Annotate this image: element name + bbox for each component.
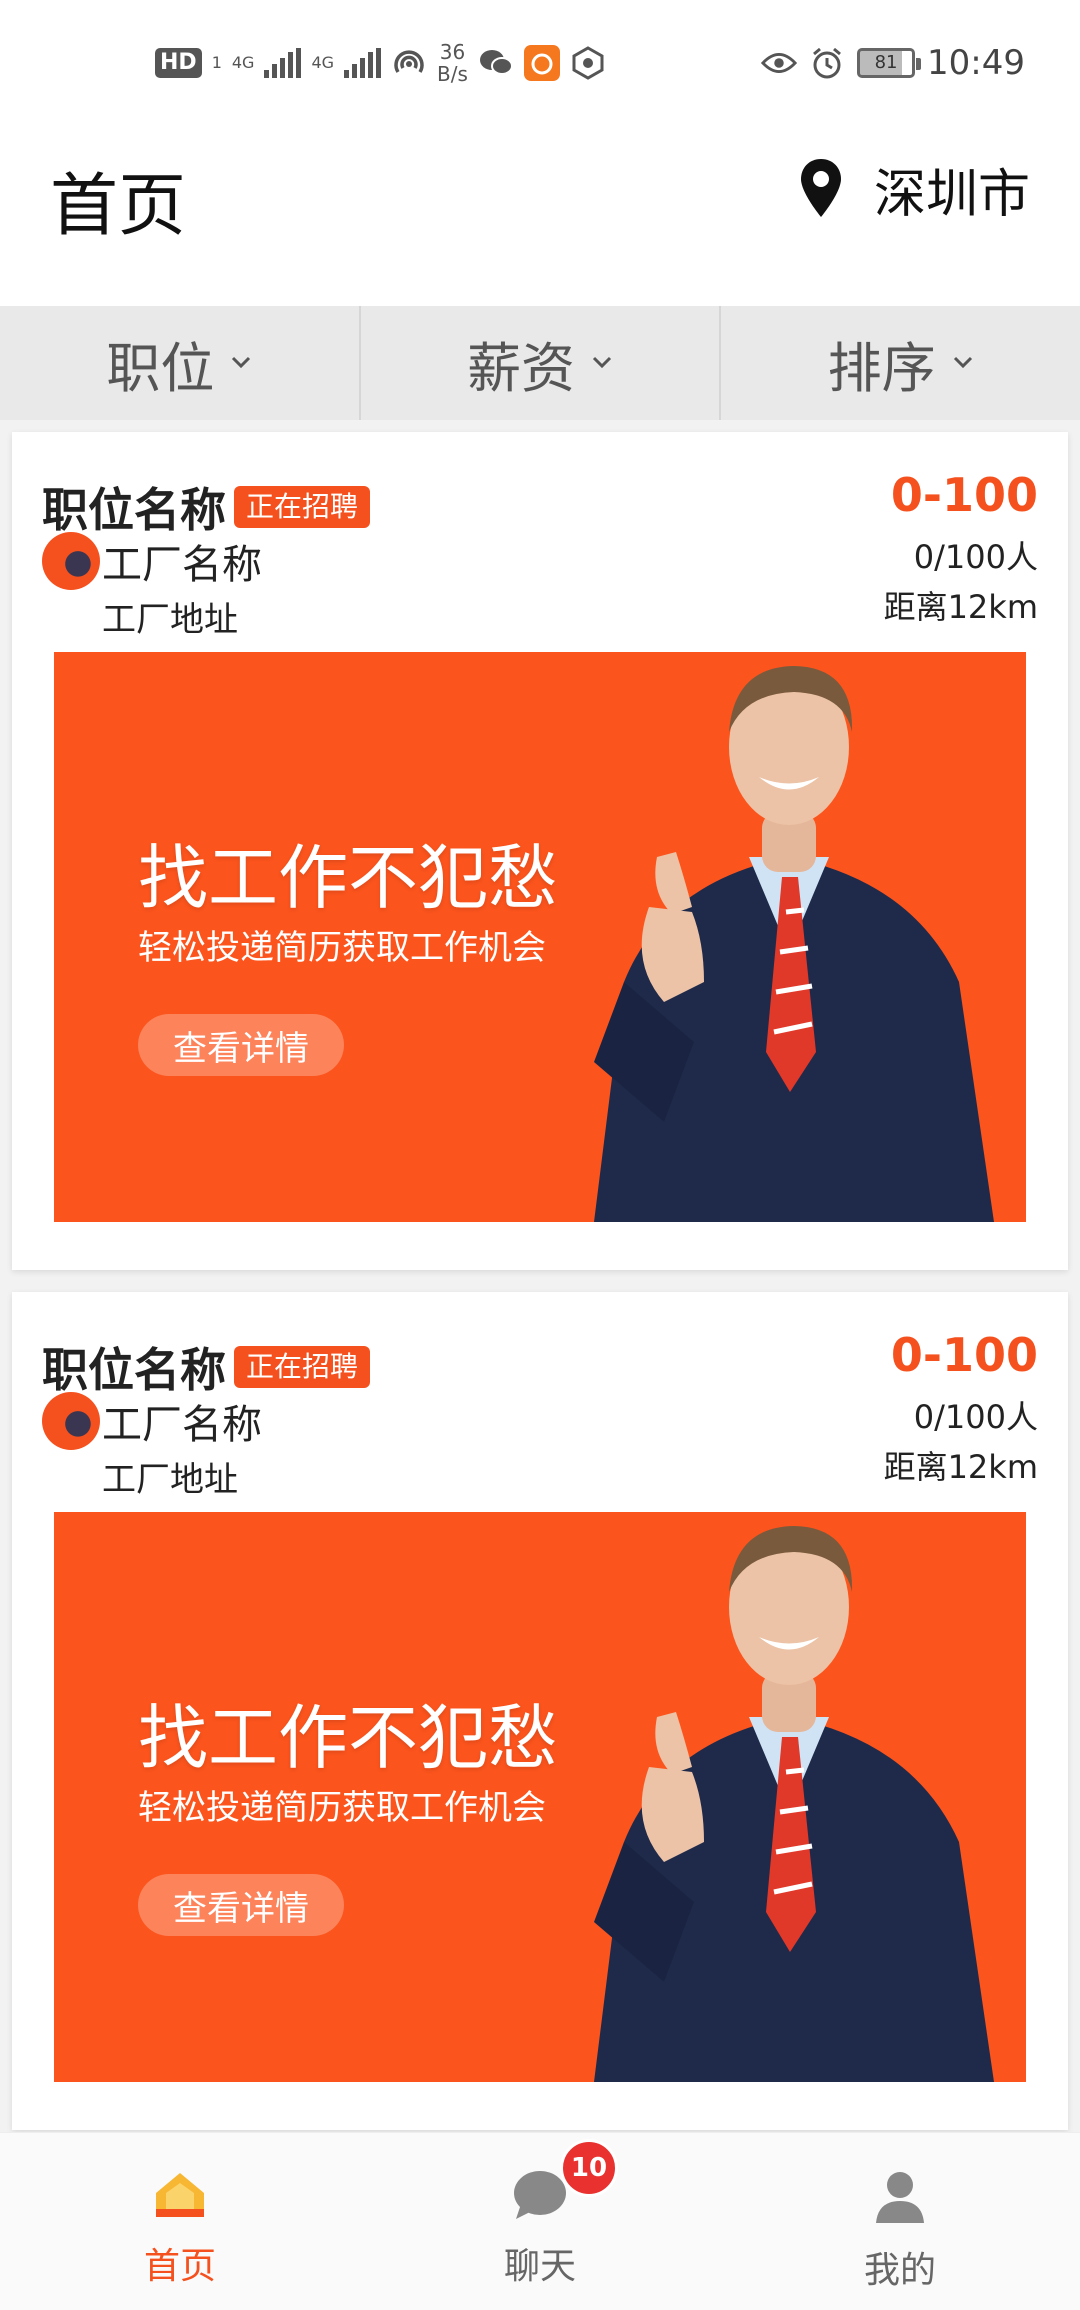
- banner-subline: 轻松投递简历获取工作机会: [138, 928, 546, 968]
- job-title: 职位名称: [42, 1343, 226, 1397]
- filter-sort[interactable]: 排序: [721, 306, 1080, 420]
- bottom-nav: 首页 聊天 10 我的: [0, 2132, 1080, 2310]
- app-header: 首页 深圳市: [0, 120, 1080, 306]
- hd-indicator: HD: [155, 48, 202, 78]
- network-type-1: 4G: [231, 53, 255, 72]
- profile-icon: [872, 2169, 928, 2229]
- sim-label: 1: [211, 53, 222, 72]
- job-banner[interactable]: 找工作不犯愁 轻松投递简历获取工作机会 查看详情: [54, 1512, 1026, 2082]
- uc-browser-icon: [523, 45, 560, 81]
- businessman-image: [594, 666, 994, 1222]
- factory-name: 工厂名称: [102, 542, 262, 588]
- status-badge: 正在招聘: [234, 486, 371, 528]
- home-icon: [152, 2169, 208, 2225]
- unread-badge: 10: [560, 2139, 618, 2197]
- view-details-button[interactable]: 查看详情: [138, 1874, 344, 1936]
- hd-label: HD: [160, 50, 197, 75]
- filter-salary[interactable]: 薪资: [361, 306, 722, 420]
- net-speed-unit: B/s: [437, 62, 468, 86]
- wechat-icon: [478, 45, 514, 81]
- headcount: 0/100人: [913, 1398, 1038, 1436]
- status-badge: 正在招聘: [234, 1346, 371, 1388]
- factory-name: 工厂名称: [102, 1402, 262, 1448]
- alarm-icon: [809, 45, 845, 81]
- page-title: 首页: [50, 167, 187, 246]
- factory-address: 工厂地址: [102, 1460, 238, 1500]
- factory-logo: [42, 532, 100, 590]
- network-type-2: 4G: [311, 53, 335, 72]
- location-pin-icon: [798, 157, 844, 223]
- net-speed: 36 B/s: [437, 41, 468, 85]
- banner-headline: 找工作不犯愁: [138, 1697, 558, 1779]
- banner-headline: 找工作不犯愁: [138, 837, 558, 919]
- status-bar: HD 1 4G 4G 36 B/s 81 10:49: [0, 0, 1080, 120]
- salary-range: 0-100: [890, 1328, 1038, 1382]
- nav-profile[interactable]: 我的: [720, 2133, 1080, 2310]
- hotspot-icon: [391, 45, 427, 81]
- factory-logo: [42, 1392, 100, 1450]
- eye-icon: [761, 45, 798, 81]
- job-banner[interactable]: 找工作不犯愁 轻松投递简历获取工作机会 查看详情: [54, 652, 1026, 1222]
- banner-subline: 轻松投递简历获取工作机会: [138, 1788, 546, 1828]
- job-card[interactable]: 职位名称 正在招聘 0-100 0/100人 距离12km 工厂名称 工厂地址 …: [12, 1292, 1068, 2130]
- battery-icon: 81: [857, 48, 922, 78]
- headcount: 0/100人: [913, 538, 1038, 576]
- filter-bar: 职位 薪资 排序: [0, 306, 1080, 420]
- filter-salary-label: 薪资: [467, 336, 575, 400]
- nav-chat[interactable]: 聊天 10: [360, 2133, 720, 2310]
- factory-address: 工厂地址: [102, 600, 238, 640]
- distance: 距离12km: [883, 588, 1038, 626]
- salary-range: 0-100: [890, 468, 1038, 522]
- filter-position-label: 职位: [106, 336, 215, 400]
- signal-icon-2: [344, 48, 382, 78]
- net-speed-value: 36: [439, 40, 466, 64]
- distance: 距离12km: [883, 1448, 1038, 1486]
- job-card[interactable]: 职位名称 正在招聘 0-100 0/100人 距离12km 工厂名称 工厂地址 …: [12, 432, 1068, 1270]
- location-selector[interactable]: 深圳市: [798, 152, 1030, 227]
- location-city: 深圳市: [873, 165, 1030, 225]
- nav-profile-label: 我的: [863, 2250, 936, 2291]
- nav-chat-label: 聊天: [503, 2246, 576, 2287]
- chevron-down-icon: [230, 354, 252, 373]
- nav-home-label: 首页: [143, 2246, 216, 2287]
- app-icon: [570, 45, 606, 81]
- chevron-down-icon: [952, 354, 974, 373]
- businessman-image: [594, 1526, 994, 2082]
- chat-icon: [512, 2169, 568, 2225]
- nav-home[interactable]: 首页: [0, 2133, 360, 2310]
- filter-position[interactable]: 职位: [0, 306, 361, 420]
- clock: 10:49: [927, 43, 1025, 83]
- job-title: 职位名称: [42, 483, 226, 537]
- battery-level: 81: [874, 52, 898, 73]
- chevron-down-icon: [591, 354, 613, 373]
- signal-icon: [264, 48, 302, 78]
- filter-sort-label: 排序: [827, 336, 936, 400]
- view-details-button[interactable]: 查看详情: [138, 1014, 344, 1076]
